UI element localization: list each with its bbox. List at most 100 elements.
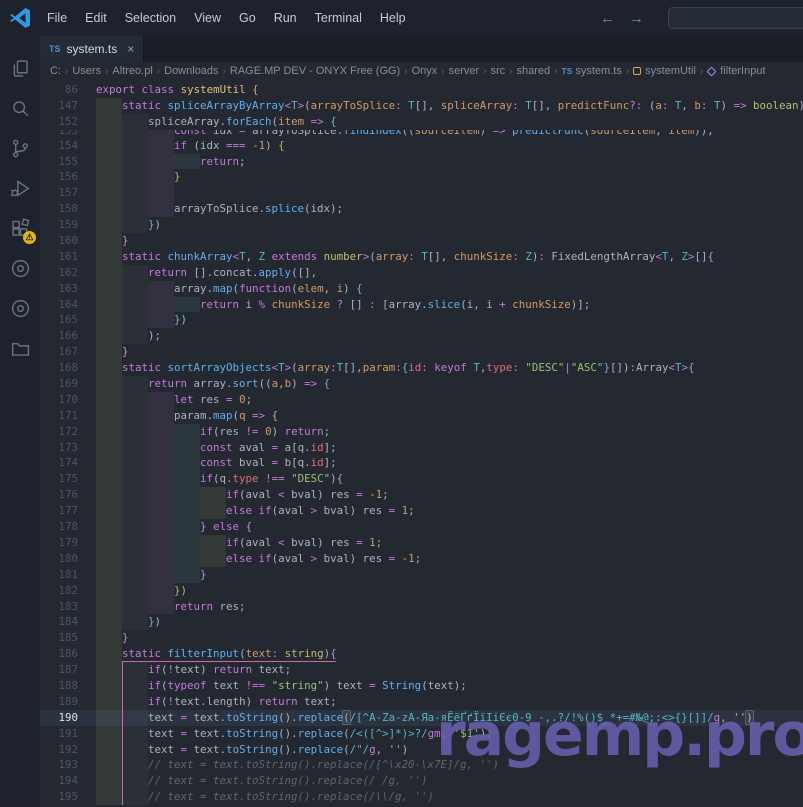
line-number[interactable]: 180 — [40, 551, 96, 567]
line-number[interactable]: 174 — [40, 455, 96, 471]
line-number[interactable]: 152 — [40, 114, 96, 130]
line-number[interactable]: 160 — [40, 233, 96, 249]
breadcrumb-item[interactable]: systemUtil — [633, 65, 696, 77]
line-number[interactable]: 154 — [40, 138, 96, 154]
line-number[interactable]: 182 — [40, 583, 96, 599]
search-icon[interactable] — [0, 88, 40, 128]
code-line[interactable]: 190 text = text.toString().replace(/[^A-… — [40, 710, 803, 726]
code-line[interactable]: 180 else if(aval > bval) res = -1; — [40, 551, 803, 567]
code-line[interactable]: 191 text = text.toString().replace(/<([^… — [40, 726, 803, 742]
tab-system-ts[interactable]: TS system.ts × — [40, 36, 144, 62]
tab-close-icon[interactable]: × — [127, 42, 134, 56]
run-debug-icon[interactable] — [0, 168, 40, 208]
line-number[interactable]: 86 — [40, 82, 96, 98]
code-line[interactable]: 175 if(q.type !== "DESC"){ — [40, 471, 803, 487]
code-line[interactable]: 153 const idx = arrayToSplice.findIndex(… — [40, 130, 803, 138]
back-arrow-icon[interactable]: ← — [600, 10, 615, 27]
code-line[interactable]: 152 spliceArray.forEach(item => { — [40, 114, 803, 130]
line-number[interactable]: 175 — [40, 471, 96, 487]
code-line[interactable]: 193 // text = text.toString().replace(/[… — [40, 757, 803, 773]
code-line[interactable]: 171 param.map(q => { — [40, 408, 803, 424]
code-line[interactable]: 174 const bval = b[q.id]; — [40, 455, 803, 471]
breadcrumb-item[interactable]: filterInput — [707, 65, 765, 77]
code-line[interactable]: 181 } — [40, 567, 803, 583]
code-line[interactable]: 177 else if(aval > bval) res = 1; — [40, 503, 803, 519]
line-number[interactable]: 181 — [40, 567, 96, 583]
code-line[interactable]: 194 // text = text.toString().replace(/ … — [40, 773, 803, 789]
code-line[interactable]: 159 }) — [40, 217, 803, 233]
line-number[interactable]: 195 — [40, 789, 96, 805]
code-line[interactable]: 170 let res = 0; — [40, 392, 803, 408]
explorer-icon[interactable] — [0, 48, 40, 88]
line-number[interactable]: 147 — [40, 98, 96, 114]
line-number[interactable]: 169 — [40, 376, 96, 392]
code-line[interactable]: 182 }) — [40, 583, 803, 599]
line-number[interactable]: 155 — [40, 154, 96, 170]
breadcrumb-item[interactable]: shared — [517, 65, 551, 77]
code-line[interactable]: 160 } — [40, 233, 803, 249]
code-line[interactable]: 161 static chunkArray<T, Z extends numbe… — [40, 249, 803, 265]
menu-item-help[interactable]: Help — [371, 0, 415, 36]
code-line[interactable]: 172 if(res != 0) return; — [40, 424, 803, 440]
code-line[interactable]: 157 — [40, 185, 803, 201]
line-number[interactable]: 167 — [40, 344, 96, 360]
line-number[interactable]: 164 — [40, 297, 96, 313]
command-center-searchbox[interactable] — [668, 7, 803, 29]
line-number[interactable]: 187 — [40, 662, 96, 678]
source-control-icon[interactable] — [0, 128, 40, 168]
code-line[interactable]: 176 if(aval < bval) res = -1; — [40, 487, 803, 503]
code-line[interactable]: 164 return i % chunkSize ? [] : [array.s… — [40, 297, 803, 313]
line-number[interactable]: 156 — [40, 169, 96, 185]
code-line[interactable]: 188 if(typeof text !== "string") text = … — [40, 678, 803, 694]
chatgpt-icon[interactable] — [0, 248, 40, 288]
breadcrumb-item[interactable]: C: — [50, 65, 61, 77]
code-line[interactable]: 189 if(!text.length) return text; — [40, 694, 803, 710]
menu-item-selection[interactable]: Selection — [116, 0, 185, 36]
code-line[interactable]: 86export class systemUtil { — [40, 82, 803, 98]
code-line[interactable]: 178 } else { — [40, 519, 803, 535]
menu-item-file[interactable]: File — [38, 0, 76, 36]
breadcrumb-item[interactable]: Downloads — [164, 65, 218, 77]
code-line[interactable]: 187 if(!text) return text; — [40, 662, 803, 678]
line-number[interactable]: 171 — [40, 408, 96, 424]
line-number[interactable]: 168 — [40, 360, 96, 376]
forward-arrow-icon[interactable]: → — [629, 10, 644, 27]
code-line[interactable]: 158 arrayToSplice.splice(idx); — [40, 201, 803, 217]
line-number[interactable]: 194 — [40, 773, 96, 789]
code-line[interactable]: 168 static sortArrayObjects<T>(array:T[]… — [40, 360, 803, 376]
code-line[interactable]: 183 return res; — [40, 599, 803, 615]
menu-item-terminal[interactable]: Terminal — [306, 0, 371, 36]
code-line[interactable]: 163 array.map(function(elem, i) { — [40, 281, 803, 297]
code-line[interactable]: 166 ); — [40, 328, 803, 344]
code-line[interactable]: 186 static filterInput(text: string){ — [40, 646, 803, 662]
line-number[interactable]: 178 — [40, 519, 96, 535]
line-number[interactable]: 166 — [40, 328, 96, 344]
line-number[interactable]: 173 — [40, 440, 96, 456]
breadcrumb-item[interactable]: Onyx — [412, 65, 438, 77]
line-number[interactable]: 179 — [40, 535, 96, 551]
line-number[interactable]: 157 — [40, 185, 96, 201]
breadcrumb-item[interactable]: Altreo.pl — [112, 65, 152, 77]
code-line[interactable]: 155 return; — [40, 154, 803, 170]
folder-icon[interactable] — [0, 328, 40, 368]
code-line[interactable]: 184 }) — [40, 614, 803, 630]
code-line[interactable]: 156 } — [40, 169, 803, 185]
line-number[interactable]: 158 — [40, 201, 96, 217]
breadcrumb-item[interactable]: TSsystem.ts — [562, 65, 622, 77]
chatgpt-icon-2[interactable] — [0, 288, 40, 328]
line-number[interactable]: 188 — [40, 678, 96, 694]
line-number[interactable]: 193 — [40, 757, 96, 773]
breadcrumb-item[interactable]: Users — [72, 65, 101, 77]
code-line[interactable]: 147 static spliceArrayByArray<T>(arrayTo… — [40, 98, 803, 114]
line-number[interactable]: 165 — [40, 312, 96, 328]
code-line[interactable]: 169 return array.sort((a,b) => { — [40, 376, 803, 392]
code-line[interactable]: 165 }) — [40, 312, 803, 328]
menu-item-view[interactable]: View — [185, 0, 230, 36]
menu-item-go[interactable]: Go — [230, 0, 265, 36]
code-line[interactable]: 179 if(aval < bval) res = 1; — [40, 535, 803, 551]
breadcrumb-item[interactable]: src — [491, 65, 506, 77]
line-number[interactable]: 161 — [40, 249, 96, 265]
line-number[interactable]: 153 — [40, 130, 96, 138]
line-number[interactable]: 191 — [40, 726, 96, 742]
code-line[interactable]: 167 } — [40, 344, 803, 360]
